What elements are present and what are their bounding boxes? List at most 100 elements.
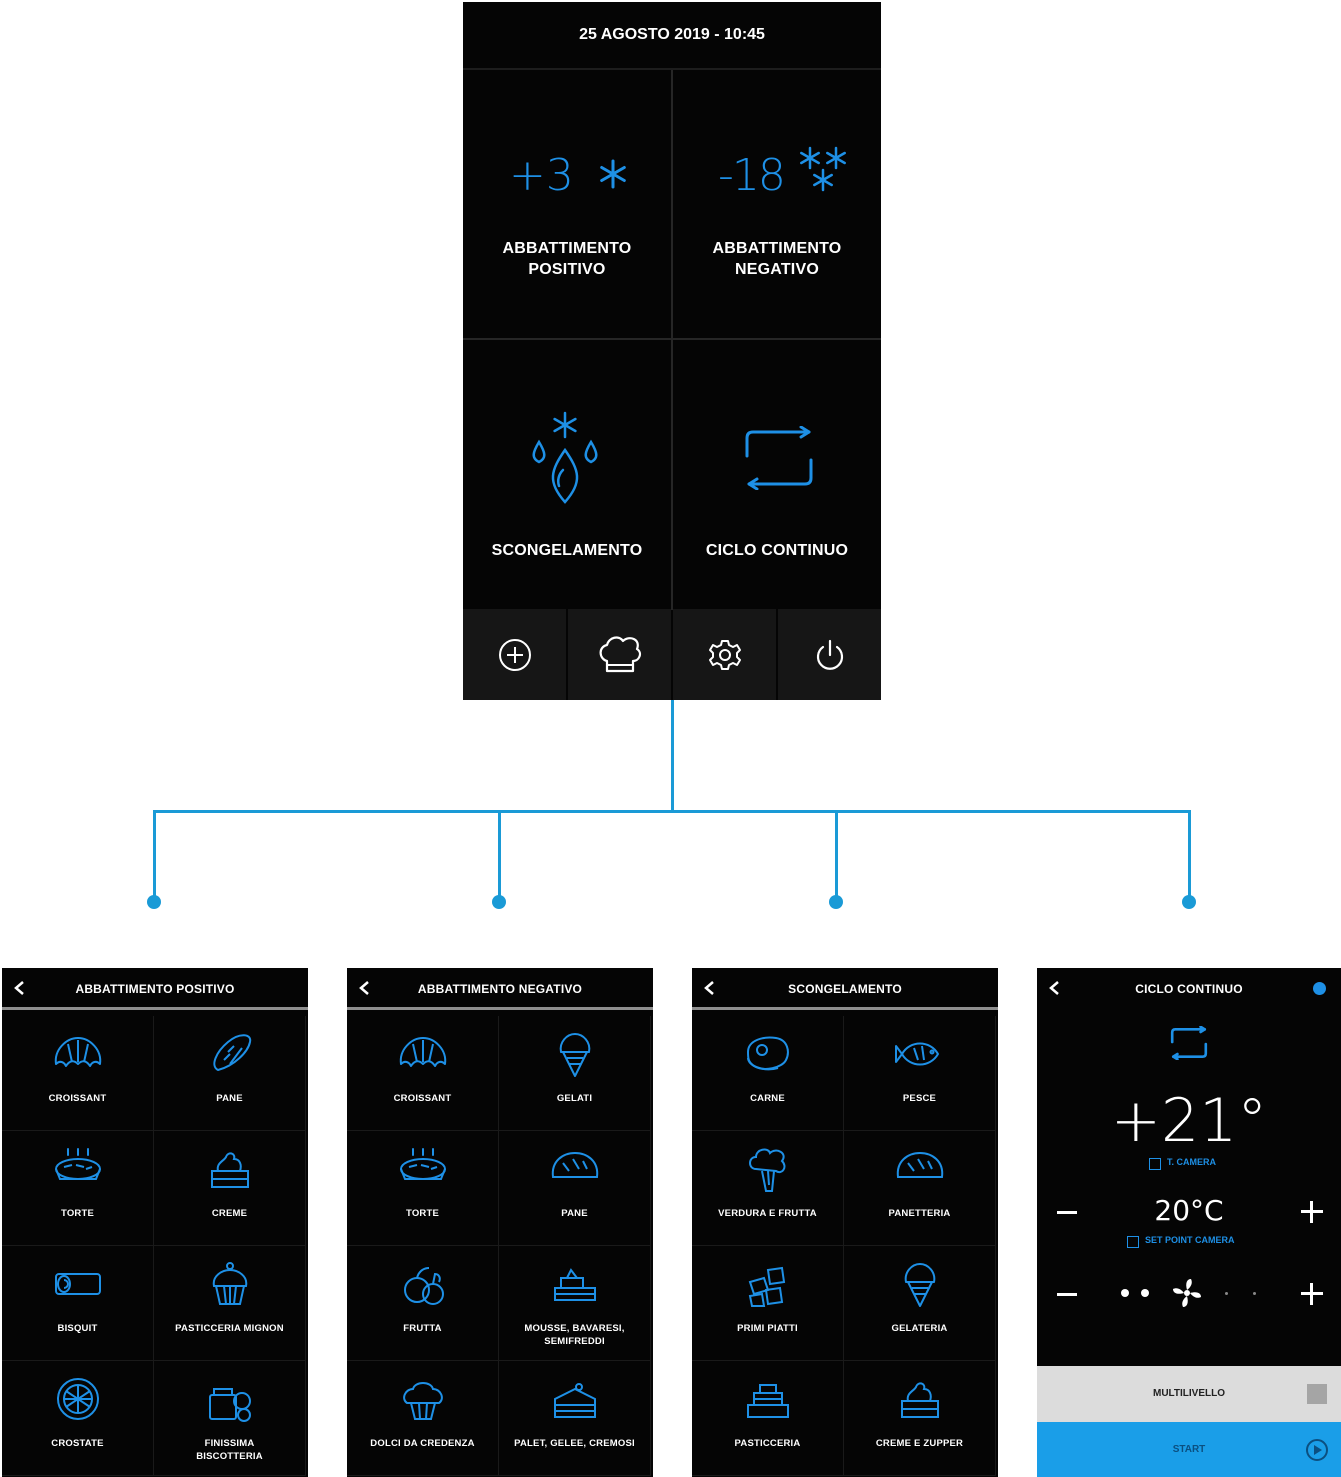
pastry-icon [746, 1384, 789, 1418]
screen-scongelamento: SCONGELAMENTO CARNE PESCE VERDURA E FRUT… [692, 968, 998, 1477]
thaw-drops-icon [532, 411, 598, 504]
main-menu-screen: 25 AGOSTO 2019 - 10:45 +3 ABBATTIMENTO PO… [463, 2, 881, 700]
ice-cubes-icon [748, 1267, 785, 1307]
chef-hat-icon [599, 635, 641, 672]
plus-3-snowflake-icon: +3 [509, 142, 629, 202]
minus-18-snowflakes-icon: -18 [718, 142, 848, 202]
item-crostate[interactable]: CROSTATE [2, 1361, 154, 1476]
back-chevron-icon[interactable] [357, 980, 373, 996]
add-button[interactable] [463, 609, 566, 700]
connector-dot [829, 895, 843, 909]
item-dolci-da-credenza[interactable]: DOLCI DA CREDENZA [347, 1361, 499, 1476]
multilevel-checkbox[interactable] [1307, 1384, 1327, 1404]
fan-level-dot-inactive [1225, 1292, 1228, 1295]
bread-icon [212, 1034, 251, 1071]
fish-icon [894, 1042, 939, 1066]
cream-cake-icon [900, 1382, 939, 1418]
fan-decrease-button[interactable] [1057, 1293, 1077, 1296]
tile-ciclo-continuo[interactable]: CICLO CONTINUO [673, 340, 881, 609]
item-torte[interactable]: TORTE [2, 1131, 154, 1246]
datetime-header: 25 AGOSTO 2019 - 10:45 [463, 2, 881, 70]
item-primi-piatti[interactable]: PRIMI PIATTI [692, 1246, 844, 1361]
item-croissant[interactable]: CROISSANT [2, 1016, 154, 1131]
connector-line [153, 810, 156, 898]
connector-dot [1182, 895, 1196, 909]
item-verdura-e-frutta[interactable]: VERDURA E FRUTTA [692, 1131, 844, 1246]
tile-scongelamento[interactable]: SCONGELAMENTO [463, 340, 671, 609]
cookie-jar-icon [208, 1388, 251, 1422]
croissant-icon [399, 1037, 446, 1067]
item-finissima-biscotteria[interactable]: FINISSIMA BISCOTTERIA [154, 1361, 306, 1476]
tile-abbattimento-negativo[interactable]: -18 ABBATTIMENTO NEGATIVO [673, 70, 881, 338]
item-gelateria[interactable]: GELATERIA [844, 1246, 996, 1361]
continuous-cycle-icon [1170, 1026, 1208, 1060]
tile-label: SCONGELAMENTO [491, 542, 643, 559]
fan-level-dot-inactive [1253, 1292, 1256, 1295]
croissant-icon [54, 1037, 101, 1067]
settings-button[interactable] [673, 609, 776, 700]
item-pane[interactable]: PANE [154, 1016, 306, 1131]
screen-title: CICLO CONTINUO [1135, 982, 1243, 996]
item-torte[interactable]: TORTE [347, 1131, 499, 1246]
item-pane[interactable]: PANE [499, 1131, 651, 1246]
ice-cream-icon [904, 1263, 935, 1307]
screen-abbattimento-negativo: ABBATTIMENTO NEGATIVO CROISSANT GELATI T… [347, 968, 653, 1477]
tart-icon [56, 1378, 99, 1420]
power-button[interactable] [778, 609, 881, 700]
sponge-roll-icon [54, 1273, 101, 1295]
screen-abbattimento-positivo: ABBATTIMENTO POSITIVO CROISSANT PANE TOR… [2, 968, 308, 1477]
item-pasticceria-mignon[interactable]: PASTICCERIA MIGNON [154, 1246, 306, 1361]
fan-icon [1173, 1279, 1201, 1307]
connector-line [1188, 810, 1191, 898]
connector-dot [492, 895, 506, 909]
screen-header: CICLO CONTINUO [1037, 968, 1341, 1010]
fan-level-dot [1121, 1289, 1129, 1297]
back-chevron-icon[interactable] [12, 980, 28, 996]
back-chevron-icon[interactable] [1047, 980, 1063, 996]
item-bisquit[interactable]: BISQUIT [2, 1246, 154, 1361]
pie-icon [399, 1148, 446, 1180]
continuous-cycle-icon [745, 426, 813, 490]
setpoint-value: 20°C [1154, 1194, 1224, 1227]
setpoint-icon [1127, 1236, 1139, 1248]
item-carne[interactable]: CARNE [692, 1016, 844, 1131]
info-icon[interactable] [1313, 982, 1326, 995]
gear-icon [708, 639, 741, 670]
start-button[interactable]: START [1037, 1422, 1341, 1477]
connector-dot [147, 895, 161, 909]
muffin-icon [402, 1382, 443, 1420]
setpoint-increase-button[interactable] [1301, 1201, 1323, 1223]
fan-increase-button[interactable] [1301, 1283, 1323, 1305]
item-croissant[interactable]: CROISSANT [347, 1016, 499, 1131]
screen-title: ABBATTIMENTO NEGATIVO [417, 982, 583, 996]
tile-label: ABBATTIMENTO NEGATIVO [712, 240, 842, 278]
screen-ciclo-continuo: CICLO CONTINUO +21° T. CAMERA 20°C SET P… [1037, 968, 1341, 1477]
tile-abbattimento-positivo[interactable]: +3 ABBATTIMENTO POSITIVO [463, 70, 671, 338]
thermometer-icon [1149, 1158, 1161, 1170]
cream-cake-icon [210, 1152, 249, 1188]
pie-icon [54, 1148, 101, 1180]
item-frutta[interactable]: FRUTTA [347, 1246, 499, 1361]
vegetables-icon [748, 1148, 785, 1192]
connector-line [671, 700, 674, 812]
connector-line [835, 810, 838, 898]
recipes-button[interactable] [568, 609, 671, 700]
fan-level-dot [1141, 1289, 1149, 1297]
item-creme[interactable]: CREME [154, 1131, 306, 1246]
item-pasticceria[interactable]: PASTICCERIA [692, 1361, 844, 1476]
item-pesce[interactable]: PESCE [844, 1016, 996, 1131]
tile-label: CICLO CONTINUO [705, 542, 849, 559]
multilevel-toggle[interactable]: MULTILIVELLO [1037, 1366, 1341, 1422]
bread-loaf-icon [896, 1152, 943, 1178]
item-creme-e-zupper[interactable]: CREME E ZUPPER [844, 1361, 996, 1476]
item-panetteria[interactable]: PANETTERIA [844, 1131, 996, 1246]
screen-header: ABBATTIMENTO POSITIVO [2, 968, 308, 1010]
play-icon [1306, 1439, 1328, 1461]
back-chevron-icon[interactable] [702, 980, 718, 996]
screen-header: SCONGELAMENTO [692, 968, 998, 1010]
screen-header: ABBATTIMENTO NEGATIVO [347, 968, 653, 1010]
item-mousse-bavaresi-semifreddi[interactable]: MOUSSE, BAVARESI, SEMIFREDDI [499, 1246, 651, 1361]
screen-title: SCONGELAMENTO [788, 982, 902, 996]
item-gelati[interactable]: GELATI [499, 1016, 651, 1131]
item-palet-gelee-cremosi[interactable]: PALET, GELEE, CREMOSI [499, 1361, 651, 1476]
